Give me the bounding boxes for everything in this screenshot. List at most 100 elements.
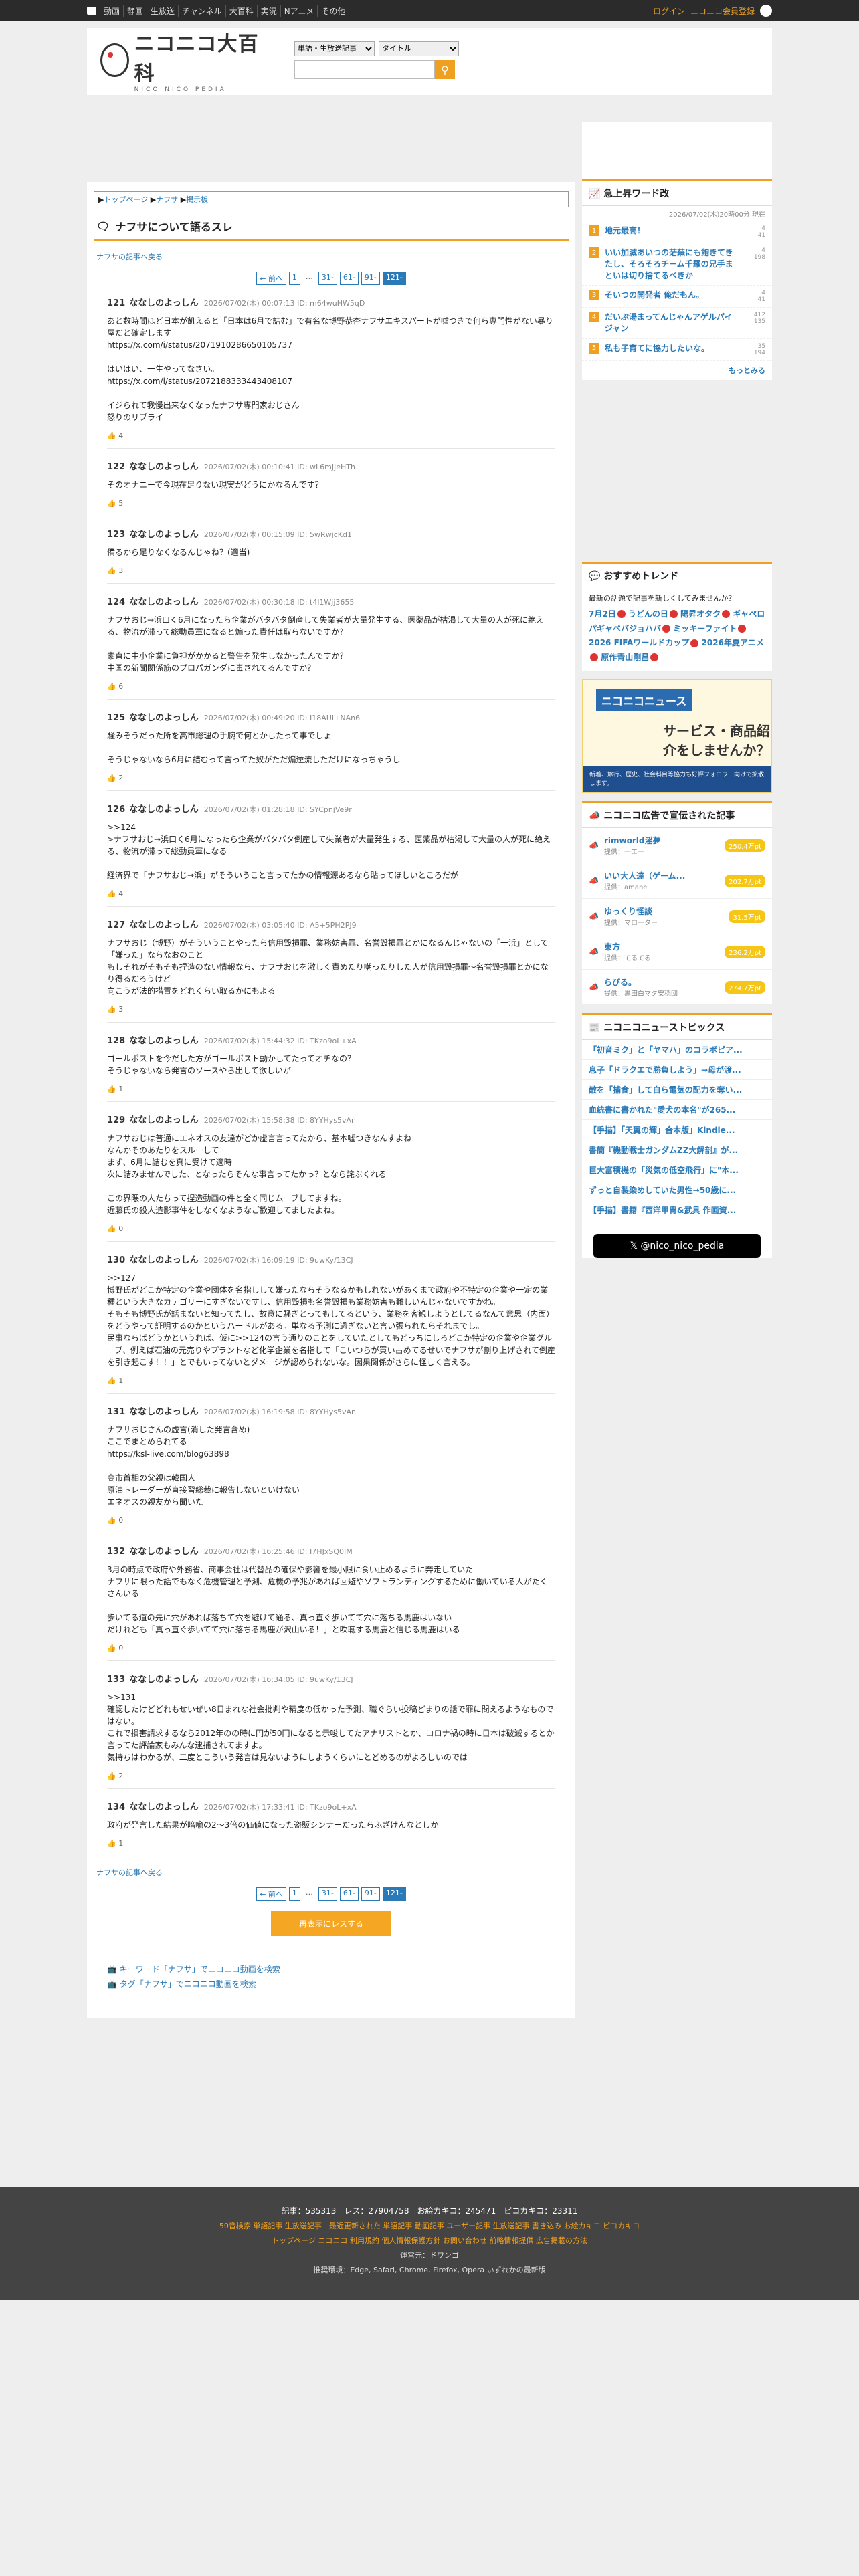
like-count[interactable]: 👍 2 [107, 774, 555, 782]
trend-tag[interactable]: 原作青山剛昌 [601, 653, 649, 662]
site-logo[interactable]: ニコニコ大百科 NICO NICO PEDIA [100, 33, 274, 93]
pager-121[interactable]: 121- [382, 1887, 406, 1901]
post-number[interactable]: 124 [107, 597, 125, 607]
ranking-item[interactable]: 1 地元最高！ 4 41 [582, 221, 772, 243]
rank-word[interactable]: だいぶ湯まってんじゃんアゲルパイジャン [605, 312, 737, 334]
ad-article-name[interactable]: ゆっくり怪談 [604, 905, 724, 917]
like-count[interactable]: 👍 0 [107, 1516, 555, 1525]
like-count[interactable]: 👍 5 [107, 499, 555, 508]
pager-1[interactable]: 1 [288, 272, 300, 285]
rank-word[interactable]: いい加減あいつの茫蕪にも飽きてきたし、そろそろチーム千羅の兄手まといは切り捨てる… [605, 247, 737, 281]
nav-live[interactable]: 生放送 [147, 5, 179, 17]
post-number[interactable]: 122 [107, 462, 125, 472]
nav-channel[interactable]: チャンネル [179, 5, 226, 17]
pager-121[interactable]: 121- [382, 272, 406, 285]
login-link[interactable]: ログイン [653, 5, 685, 17]
ad-article-name[interactable]: 東方 [604, 941, 719, 952]
like-count[interactable]: 👍 0 [107, 1224, 555, 1233]
post-number[interactable]: 126 [107, 804, 125, 815]
search-input[interactable] [294, 60, 435, 79]
post-number[interactable]: 127 [107, 920, 125, 930]
ranking-item[interactable]: 3 そいつの開発者 俺だもん。 4 41 [582, 286, 772, 308]
breadcrumb-top[interactable]: トップページ [104, 195, 148, 204]
like-count[interactable]: 👍 6 [107, 682, 555, 691]
nav-anime[interactable]: Nアニメ [281, 5, 318, 17]
rank-word[interactable]: そいつの開発者 俺だもん。 [605, 290, 737, 301]
news-headline[interactable]: 敵を「捕食」して自ら電気の配力を奪い... [582, 1080, 772, 1101]
breadcrumb-naphtha[interactable]: ナフサ [156, 195, 178, 204]
pager-prev[interactable]: ← 前へ [256, 1887, 286, 1901]
back-to-article-link-bottom[interactable]: ナフサの記事へ戻る [96, 1868, 163, 1877]
news-headline[interactable]: 血統書に書かれた"愛犬の本名"が265... [582, 1100, 772, 1121]
nav-jikkyo[interactable]: 実況 [258, 5, 281, 17]
post-number[interactable]: 121 [107, 298, 125, 308]
post-number[interactable]: 134 [107, 1802, 125, 1812]
trend-tag[interactable]: うどんの日 [628, 609, 668, 619]
like-count[interactable]: 👍 3 [107, 1005, 555, 1014]
news-headline[interactable]: 【手描】「天翼の輝」合本版」Kindle... [582, 1120, 772, 1141]
pager-61[interactable]: 61- [339, 1887, 359, 1901]
news-headline[interactable]: 息子「ドラクエで勝負しよう」→母が渡... [582, 1060, 772, 1081]
news-headline[interactable]: ずっと自製染めしていた男性→50歳に... [582, 1180, 772, 1201]
trend-tag[interactable]: ミッキーファイト [673, 624, 737, 633]
ad-article[interactable]: 📣 いい大人達（ゲーム... 提供：amane 202.7万pt [582, 863, 772, 899]
like-count[interactable]: 👍 2 [107, 1772, 555, 1780]
news-banner[interactable]: ニコニコニュース サービス・商品紹介をしませんか？ 新着、旅行、歴史、社会科目等… [582, 679, 772, 794]
pager-91[interactable]: 91- [361, 1887, 380, 1901]
news-headline[interactable]: 【手描】書籍『西洋甲冑&武具 作画資... [582, 1200, 772, 1221]
like-count[interactable]: 👍 0 [107, 1644, 555, 1652]
ad-article[interactable]: 📣 rimworld淫夢 提供：一エー 250.4万pt [582, 828, 772, 864]
ranking-item[interactable]: 4 だいぶ湯まってんじゃんアゲルパイジャン 412 135 [582, 308, 772, 339]
back-to-article-link[interactable]: ナフサの記事へ戻る [96, 253, 163, 261]
tag-search-link[interactable]: 📺 タグ「ナフサ」でニコニコ動画を検索 [107, 1977, 555, 1992]
more-link[interactable]: もっとみる [582, 361, 772, 380]
post-number[interactable]: 125 [107, 713, 125, 723]
search-type-select[interactable]: 単語・生放送記事 [294, 41, 375, 56]
news-headline[interactable]: 「初音ミク」と「ヤマハ」のコラボピア... [582, 1040, 772, 1061]
news-headline[interactable]: 書簡『機動戦士ガンダムZZ大解剖』が... [582, 1140, 772, 1161]
nav-other[interactable]: その他 [318, 5, 349, 17]
like-count[interactable]: 👍 1 [107, 1085, 555, 1093]
ranking-item[interactable]: 2 いい加減あいつの茫蕪にも飽きてきたし、そろそろチーム千羅の兄手まといは切り捨て… [582, 243, 772, 286]
niconico-tv-icon[interactable] [87, 7, 96, 15]
trend-tag[interactable]: 2026 FIFAワールドカップ [589, 638, 689, 647]
pager-61[interactable]: 61- [339, 272, 359, 285]
pager-prev[interactable]: ← 前へ [256, 272, 286, 285]
post-number[interactable]: 128 [107, 1036, 125, 1046]
post-number[interactable]: 129 [107, 1115, 125, 1125]
ad-article-name[interactable]: rimworld淫夢 [604, 835, 719, 846]
avatar[interactable] [760, 5, 772, 17]
post-number[interactable]: 130 [107, 1255, 125, 1265]
pager-31[interactable]: 31- [318, 272, 337, 285]
trend-tag[interactable]: 7月2日 [589, 609, 616, 619]
nav-douga[interactable]: 動画 [100, 5, 124, 17]
like-count[interactable]: 👍 1 [107, 1839, 555, 1848]
post-number[interactable]: 123 [107, 530, 125, 540]
ad-article-name[interactable]: らびる。 [604, 976, 719, 988]
nav-dic[interactable]: 大百科 [226, 5, 258, 17]
rank-word[interactable]: 私も子育てに協力したいな。 [605, 343, 737, 354]
trend-tag[interactable]: 陽昇オタク [680, 609, 721, 619]
news-headline[interactable]: 巨大富積機の「災気の低空飛行」に"本... [582, 1160, 772, 1181]
search-button[interactable]: ⚲ [435, 60, 455, 79]
x-follow-button[interactable]: 𝕏 @nico_nico_pedia [593, 1234, 761, 1259]
like-count[interactable]: 👍 4 [107, 431, 555, 440]
pager-91[interactable]: 91- [361, 272, 380, 285]
post-number[interactable]: 131 [107, 1407, 125, 1417]
trend-tag[interactable]: 2026年夏アニメ [702, 638, 764, 647]
pager-1[interactable]: 1 [288, 1887, 300, 1901]
ad-article[interactable]: 📣 ゆっくり怪談 提供：マローター 31.5万pt [582, 899, 772, 935]
like-count[interactable]: 👍 4 [107, 889, 555, 898]
breadcrumb-board[interactable]: 掲示板 [186, 195, 208, 204]
post-number[interactable]: 133 [107, 1675, 125, 1685]
nav-seiga[interactable]: 静画 [124, 5, 148, 17]
like-count[interactable]: 👍 1 [107, 1376, 555, 1385]
search-field-select[interactable]: タイトル [379, 41, 459, 56]
footer-links-2[interactable]: トップページ ニコニコ 利用規約 個人情報保護方針 お問い合わせ 前略情報提供 … [0, 2234, 859, 2248]
ad-article[interactable]: 📣 らびる。 提供：黒田白マタ安穏団 274.7万pt [582, 970, 772, 1006]
pager-31[interactable]: 31- [318, 1887, 337, 1901]
ad-article[interactable]: 📣 東方 提供：てるてる 236.2万pt [582, 934, 772, 970]
register-link[interactable]: ニコニコ会員登録 [690, 5, 755, 17]
ad-article-name[interactable]: いい大人達（ゲーム... [604, 870, 719, 881]
ranking-item[interactable]: 5 私も子育てに協力したいな。 35 194 [582, 339, 772, 361]
